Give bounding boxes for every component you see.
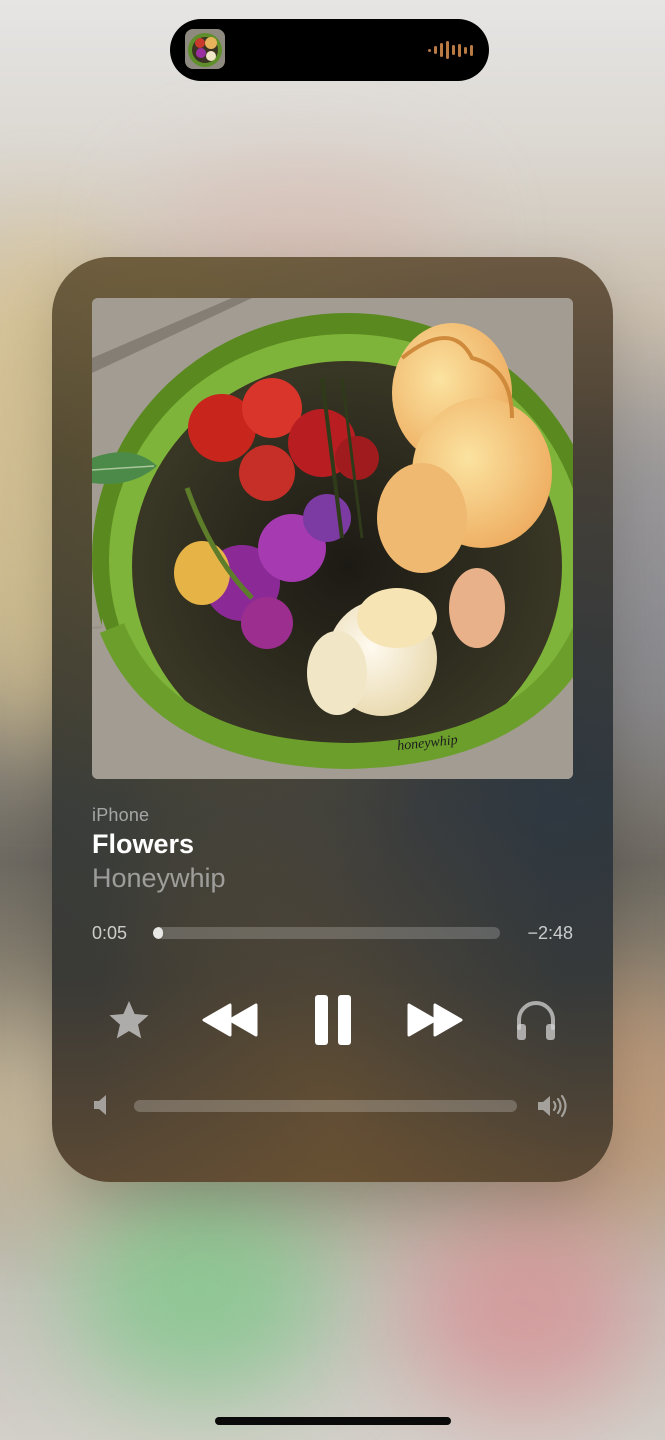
speaker-high-icon [536, 1093, 572, 1124]
audio-waveform-icon [428, 40, 473, 60]
rewind-icon [202, 1003, 258, 1037]
track-artist[interactable]: Honeywhip [92, 863, 226, 894]
home-indicator[interactable] [215, 1417, 451, 1425]
remaining-time: −2:48 [527, 923, 573, 943]
pause-icon [315, 995, 351, 1045]
volume-slider[interactable] [134, 1100, 517, 1112]
fast-forward-icon [407, 1003, 463, 1037]
pause-button[interactable] [310, 990, 356, 1050]
audio-output-button[interactable] [512, 990, 560, 1050]
now-playing-card: honeywhip iPhone Flowers Honeywhip 0:05 … [52, 257, 613, 1182]
elapsed-time: 0:05 [92, 923, 128, 943]
favorite-button[interactable] [106, 990, 152, 1050]
speaker-low-icon [92, 1093, 112, 1122]
track-title[interactable]: Flowers [92, 829, 194, 860]
playback-progress-fill [153, 927, 164, 939]
playback-scrubber[interactable] [153, 927, 500, 939]
playback-source: iPhone [92, 805, 150, 825]
rewind-button[interactable] [202, 990, 258, 1050]
headphones-icon [517, 1001, 555, 1040]
fast-forward-button[interactable] [407, 990, 463, 1050]
album-art-thumbnail [185, 29, 225, 69]
album-artwork: honeywhip [92, 298, 573, 779]
star-icon [109, 1001, 149, 1039]
dynamic-island[interactable] [170, 19, 489, 81]
